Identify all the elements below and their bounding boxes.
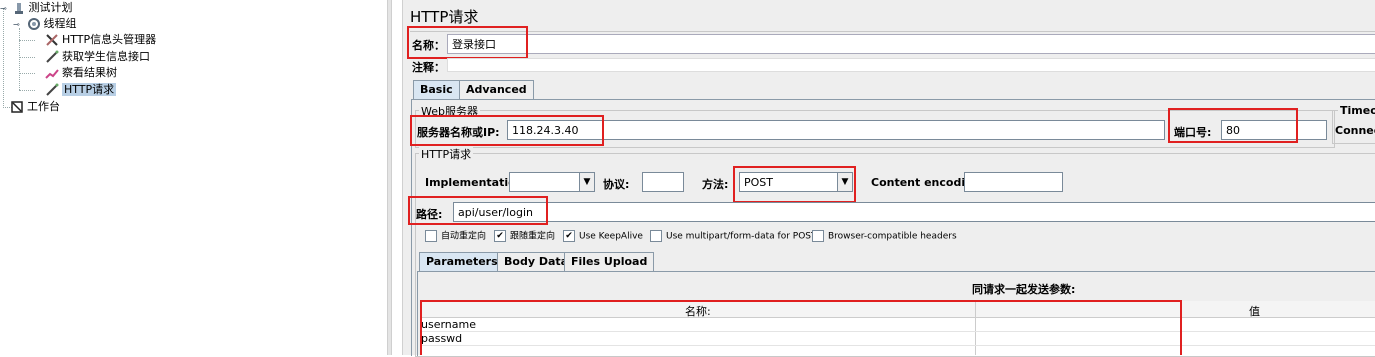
method-label: 方法: (702, 178, 729, 191)
checkbox-box[interactable] (812, 230, 824, 242)
path-label: 路径: (416, 208, 443, 221)
port-label: 端口号: (1174, 126, 1212, 139)
thread-group-icon (27, 17, 41, 31)
column-divider (975, 317, 976, 355)
divider (410, 31, 1375, 32)
chevron-down-icon[interactable]: ▼ (837, 172, 853, 192)
http-request-panel: HTTP请求 名称： 登录接口 注释： Basic Advanced Web服务… (402, 0, 1375, 357)
tree-item-label: 获取学生信息接口 (62, 50, 150, 63)
comment-field[interactable] (447, 58, 1375, 72)
keepalive-checkbox[interactable]: ✔ Use KeepAlive (563, 230, 643, 244)
sampler-icon (45, 83, 59, 97)
param-name-cell[interactable]: username (421, 318, 476, 331)
tab-basic[interactable]: Basic (413, 80, 460, 99)
tree-item-label: 察看结果树 (62, 66, 117, 79)
multipart-checkbox[interactable]: Use multipart/form-data for POST (650, 230, 817, 244)
test-plan-tree[interactable]: ⊸ 测试计划 ⊸ 线程组 HTTP信息头管理器 获取学生信息接口 察看结果树 H… (0, 0, 387, 355)
results-tree-icon (45, 66, 59, 80)
timeout-label: Timeout (1338, 104, 1375, 117)
column-header-name: 名称: (685, 305, 711, 318)
server-label: 服务器名称或IP: (417, 126, 500, 139)
name-label: 名称： (412, 39, 445, 52)
tree-item-test-plan[interactable]: ⊸ 测试计划 (0, 0, 73, 16)
tree-item-header-manager[interactable]: HTTP信息头管理器 (45, 32, 156, 48)
browser-headers-checkbox[interactable]: Browser-compatible headers (812, 230, 957, 244)
split-pane-divider[interactable] (387, 0, 392, 355)
params-caption: 同请求一起发送参数: (972, 283, 1076, 296)
tree-item-http-request[interactable]: HTTP请求 (45, 82, 117, 98)
checkbox-box[interactable] (425, 230, 437, 242)
tree-item-get-student-info[interactable]: 获取学生信息接口 (45, 49, 150, 65)
chevron-down-icon[interactable]: ▼ (579, 172, 595, 192)
server-field[interactable]: 118.24.3.40 (507, 120, 1165, 140)
param-name-cell[interactable]: passwd (421, 332, 462, 345)
method-select[interactable]: POST (739, 172, 839, 192)
tree-item-label: HTTP信息头管理器 (62, 33, 157, 46)
tree-item-label: 测试计划 (28, 1, 73, 14)
content-encoding-field[interactable] (964, 172, 1063, 192)
follow-redirect-checkbox[interactable]: ✔ 跟随重定向 (494, 230, 555, 244)
name-field[interactable]: 登录接口 (447, 34, 1375, 54)
protocol-field[interactable] (642, 172, 684, 192)
tree-item-workbench[interactable]: 工作台 (10, 99, 60, 115)
tab-parameters[interactable]: Parameters (419, 252, 505, 271)
tree-item-label: 线程组 (43, 17, 77, 30)
check-icon[interactable]: ✔ (494, 230, 506, 242)
tree-item-label: HTTP请求 (62, 83, 117, 96)
path-field[interactable]: api/user/login (453, 202, 1375, 222)
checkbox-label: 跟随重定向 (510, 231, 556, 242)
checkbox-label: Use multipart/form-data for POST (666, 231, 817, 242)
expand-toggle-icon[interactable]: ⊸ (0, 1, 8, 17)
comment-label: 注释： (412, 61, 445, 74)
expand-toggle-icon[interactable]: ⊸ (13, 17, 23, 33)
tab-files-upload[interactable]: Files Upload (564, 252, 655, 271)
checkbox-label: Browser-compatible headers (828, 231, 957, 242)
checkbox-label: Use KeepAlive (579, 231, 643, 242)
web-server-group-label: Web服务器 (419, 103, 480, 119)
checkbox-label: 自动重定向 (441, 231, 487, 242)
column-header-value: 值 (1249, 305, 1260, 318)
row-divider (421, 331, 1375, 332)
header-manager-icon (45, 33, 59, 47)
tree-item-results-tree[interactable]: 察看结果树 (45, 65, 117, 81)
tree-item-label: 工作台 (27, 100, 60, 113)
checkbox-box[interactable] (650, 230, 662, 242)
tab-advanced[interactable]: Advanced (459, 80, 534, 99)
workbench-icon (10, 100, 24, 114)
column-header[interactable] (976, 301, 1375, 318)
implementation-select[interactable] (509, 172, 581, 192)
tree-item-thread-group[interactable]: ⊸ 线程组 (13, 16, 77, 32)
sampler-icon (45, 50, 59, 64)
protocol-label: 协议: (603, 178, 630, 191)
check-icon[interactable]: ✔ (563, 230, 575, 242)
row-divider (421, 345, 1375, 346)
auto-redirect-checkbox[interactable]: 自动重定向 (425, 230, 486, 244)
http-request-group-label: HTTP请求 (419, 146, 474, 162)
connect-label: Connect (1335, 124, 1375, 137)
panel-title: HTTP请求 (410, 8, 479, 26)
port-field[interactable]: 80 (1221, 120, 1327, 140)
test-plan-icon (12, 1, 26, 15)
